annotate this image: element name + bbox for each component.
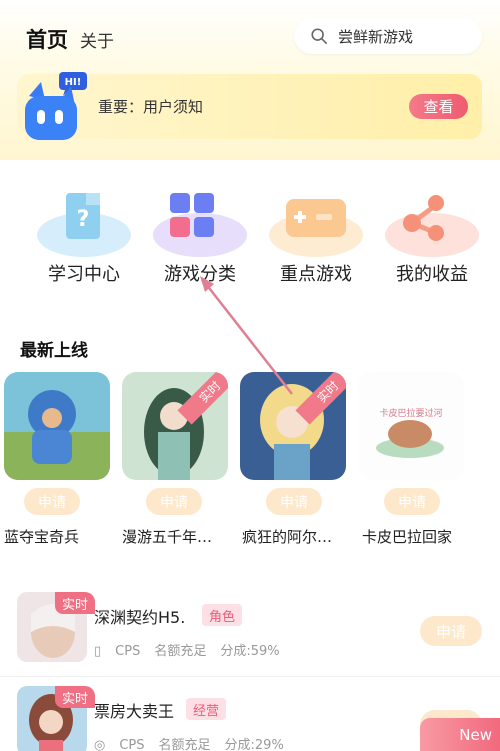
realtime-tag: 实时 — [55, 592, 95, 614]
gamepad-icon — [269, 199, 363, 257]
game-thumbnail: 卡皮巴拉要过河 — [358, 372, 464, 480]
category-featured-games[interactable]: 重点游戏 — [266, 183, 366, 293]
quota-status: 名额充足 — [154, 644, 207, 659]
game-name: 票房大卖王 — [94, 702, 175, 721]
tab-home[interactable]: 首页 — [26, 24, 68, 54]
tab-about[interactable]: 关于 — [80, 27, 114, 52]
section-title: 最新上线 — [20, 341, 88, 361]
svg-text:?: ? — [77, 207, 90, 232]
apply-button[interactable]: 申请 — [266, 488, 322, 515]
list-item[interactable]: 实时 深渊契约H5. 角色 ▯ CPS 名额充足 分成:59% 申请 — [0, 592, 500, 674]
game-name: 蓝夺宝奇兵 — [4, 528, 80, 546]
realtime-tag: 实时 — [55, 686, 95, 708]
category-label: 重点游戏 — [280, 264, 352, 285]
category-label: 学习中心 — [48, 264, 120, 285]
category-my-earnings[interactable]: 我的收益 — [382, 183, 482, 293]
revenue-share: 分成:29% — [224, 738, 284, 751]
notice-banner[interactable]: HI! 重要：用户须知 查看 — [17, 72, 482, 140]
divider — [0, 676, 500, 677]
cooperation-type: CPS — [119, 738, 145, 751]
revenue-share: 分成:59% — [220, 644, 280, 659]
game-thumbnail: 实时 — [240, 372, 346, 480]
game-meta: ▯ CPS 名额充足 分成:59% — [94, 640, 294, 659]
category-learning[interactable]: ? 学习中心 — [34, 183, 134, 293]
notice-view-button[interactable]: 查看 — [409, 94, 468, 119]
search-placeholder: 尝鲜新游戏 — [338, 27, 414, 46]
game-card[interactable]: 卡皮巴拉要过河 申请 卡皮巴拉回家 — [358, 372, 470, 552]
game-name: 卡皮巴拉回家 — [362, 528, 453, 546]
game-card[interactable]: 申请 蓝夺宝奇兵 — [4, 372, 116, 552]
apply-button[interactable]: 申请 — [146, 488, 202, 515]
cooperation-type: CPS — [115, 644, 141, 659]
category-game-types[interactable]: 游戏分类 — [150, 183, 250, 293]
link-icon: ◎ — [94, 738, 106, 751]
game-card[interactable]: 实时 申请 漫游五千年… — [122, 372, 234, 552]
game-name: 深渊契约H5. — [94, 608, 186, 627]
apply-button[interactable]: 申请 — [24, 488, 80, 515]
apply-button[interactable]: 申请 — [420, 616, 482, 646]
category-label: 我的收益 — [396, 264, 468, 285]
new-badge[interactable]: New — [420, 718, 500, 751]
genre-badge: 经营 — [186, 698, 227, 720]
game-meta: ◎ CPS 名额充足 分成:29% — [94, 734, 298, 751]
mascot-bubble-text: HI! — [65, 77, 82, 88]
category-label: 游戏分类 — [164, 264, 236, 285]
mascot-icon: HI! — [25, 72, 87, 140]
question-icon: ? — [37, 193, 131, 257]
top-bar: 首页 关于 尝鲜新游戏 — [0, 0, 500, 72]
genre-badge: 角色 — [202, 604, 243, 626]
phone-icon: ▯ — [94, 644, 102, 659]
quota-status: 名额充足 — [158, 738, 211, 751]
notice-text: 重要：用户须知 — [98, 98, 204, 116]
game-card[interactable]: 实时 申请 疯狂的阿尔… — [240, 372, 352, 552]
svg-text:卡皮巴拉要过河: 卡皮巴拉要过河 — [379, 407, 442, 419]
apply-button[interactable]: 申请 — [384, 488, 440, 515]
game-thumbnail: 实时 — [122, 372, 228, 480]
search-bar[interactable]: 尝鲜新游戏 — [294, 18, 482, 54]
game-name: 疯狂的阿尔… — [242, 528, 333, 546]
grid-icon — [153, 193, 247, 257]
share-icon — [385, 195, 479, 257]
game-name: 漫游五千年… — [122, 528, 213, 546]
search-icon — [311, 28, 328, 45]
game-thumbnail — [4, 372, 110, 480]
